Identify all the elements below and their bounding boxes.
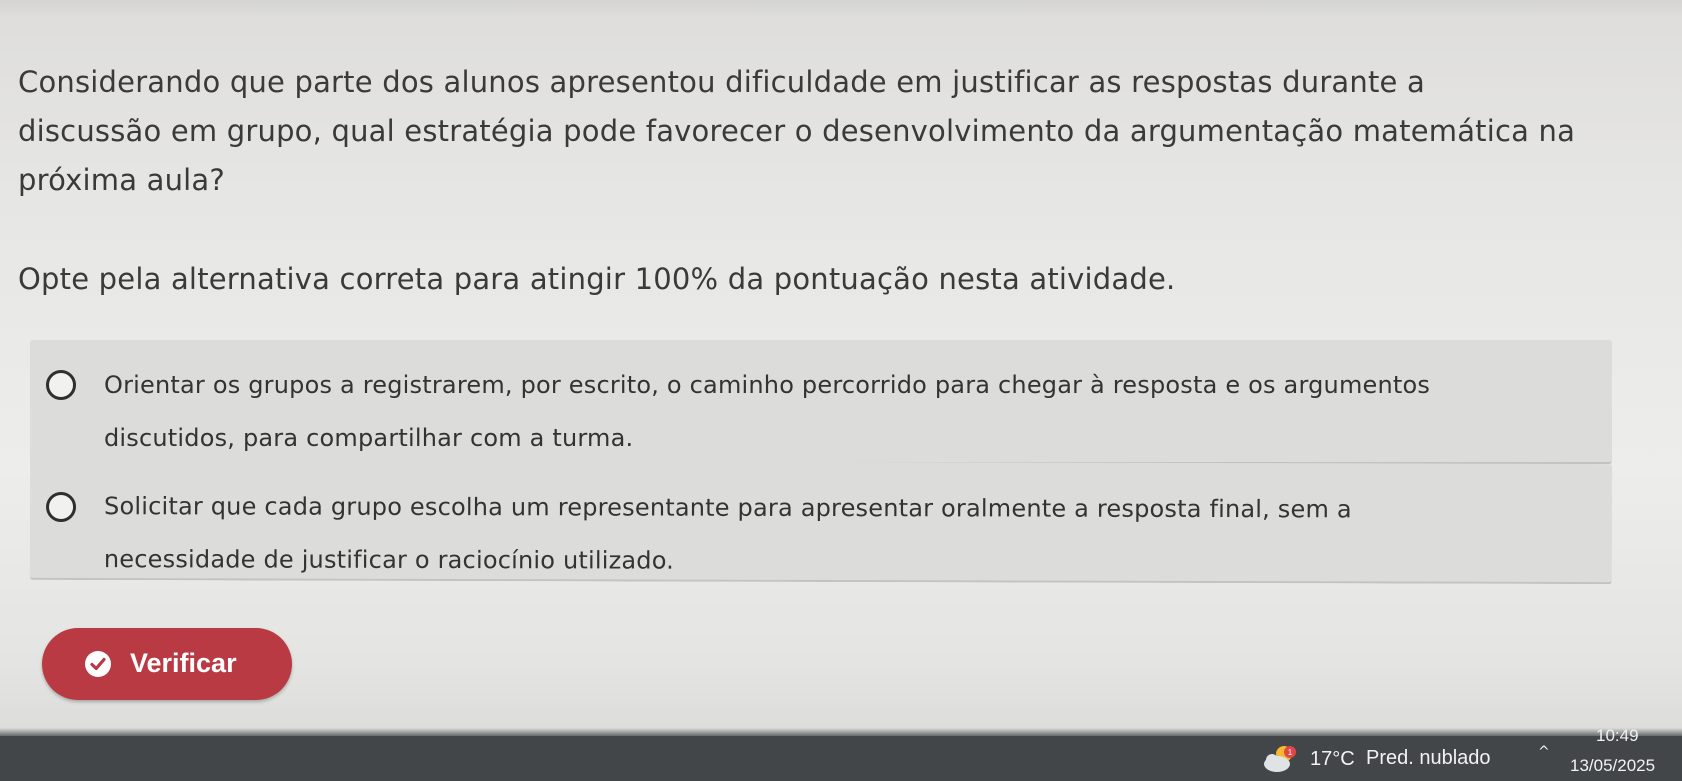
weather-cloud-icon[interactable]: 1 xyxy=(1262,744,1298,774)
verify-button[interactable]: Verificar xyxy=(42,628,292,700)
answer-option-2[interactable]: Solicitar que cada grupo escolha um repr… xyxy=(29,459,1613,585)
weather-badge: 1 xyxy=(1288,748,1293,757)
question-line-1: Considerando que parte dos alunos aprese… xyxy=(18,65,1425,99)
answer-option-2-line-1: Solicitar que cada grupo escolha um repr… xyxy=(104,492,1352,524)
answer-option-1-line-2: discutidos, para compartilhar com a turm… xyxy=(104,424,634,452)
weather-description[interactable]: Pred. nublado xyxy=(1366,747,1491,770)
answer-option-1[interactable]: Orientar os grupos a registrarem, por es… xyxy=(30,340,1612,464)
screen: Considerando que parte dos alunos aprese… xyxy=(0,0,1682,781)
top-edge xyxy=(0,0,1682,18)
check-circle-icon xyxy=(85,651,111,677)
answer-option-1-line-1: Orientar os grupos a registrarem, por es… xyxy=(104,371,1431,399)
answer-option-2-text: Solicitar que cada grupo escolha um repr… xyxy=(104,480,1572,590)
radio-button-option-1[interactable] xyxy=(46,370,76,400)
radio-button-option-2[interactable] xyxy=(45,491,77,523)
verify-button-label: Verificar xyxy=(130,648,237,678)
question-text: Considerando que parte dos alunos aprese… xyxy=(18,58,1658,205)
instruction-text: Opte pela alternativa correta para ating… xyxy=(18,262,1176,296)
question-line-2: discussão em grupo, qual estratégia pode… xyxy=(18,114,1576,148)
tray-chevron-up-icon[interactable]: ^ xyxy=(1538,744,1550,760)
clock-time[interactable]: 10:49 xyxy=(1596,726,1639,746)
question-line-3: próxima aula? xyxy=(18,163,225,197)
answer-option-1-text: Orientar os grupos a registrarem, por es… xyxy=(104,359,1572,465)
weather-temperature[interactable]: 17°C xyxy=(1310,748,1355,771)
clock-date[interactable]: 13/05/2025 xyxy=(1570,756,1655,776)
answer-option-2-line-2: necessidade de justificar o raciocínio u… xyxy=(103,545,675,575)
